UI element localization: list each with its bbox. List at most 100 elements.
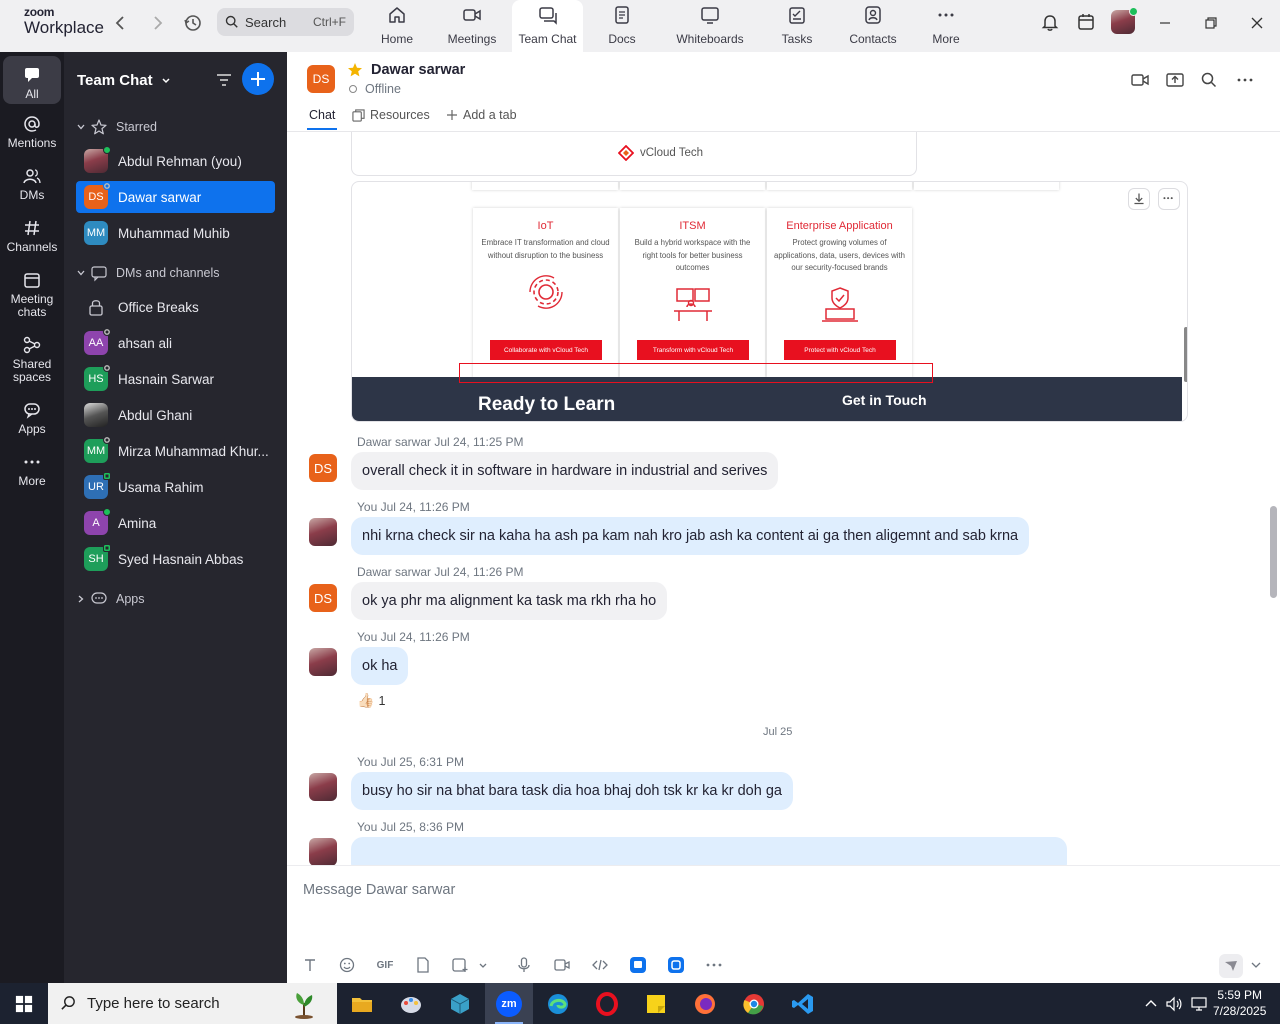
more-options-icon[interactable]: [1158, 188, 1180, 210]
file-icon[interactable]: [414, 956, 432, 974]
forward-arrow-icon[interactable]: [146, 12, 168, 34]
message-bubble[interactable]: ok ha: [351, 647, 409, 685]
scrollbar-thumb[interactable]: [1270, 506, 1277, 598]
chrome-icon[interactable]: [730, 983, 778, 1024]
back-arrow-icon[interactable]: [110, 12, 132, 34]
video-camera-icon[interactable]: [1130, 70, 1150, 90]
chevron-down-icon[interactable]: [1249, 958, 1263, 972]
sidebar-item-abdul-rehman[interactable]: Abdul Rehman (you): [76, 145, 275, 177]
rail-dms[interactable]: DMs: [3, 166, 61, 202]
image-attachment[interactable]: IoT Embrace IT transformation and cloud …: [351, 181, 1188, 422]
calendar-icon[interactable]: [1075, 11, 1097, 33]
more-dots-icon[interactable]: [705, 956, 723, 974]
profile-avatar[interactable]: [1111, 7, 1138, 34]
sidebar-item-ahsan-ali[interactable]: AA ahsan ali: [76, 327, 275, 359]
gif-button[interactable]: GIF: [375, 956, 395, 974]
emoji-icon[interactable]: [338, 956, 356, 974]
sticky-notes-icon[interactable]: [632, 983, 680, 1024]
history-icon[interactable]: [182, 12, 204, 34]
rail-channels[interactable]: Channels: [3, 218, 61, 254]
avatar[interactable]: [309, 518, 337, 546]
network-icon[interactable]: [1190, 995, 1208, 1013]
rail-shared-spaces[interactable]: Shared spaces: [3, 335, 61, 384]
search-bar[interactable]: Search Ctrl+F: [217, 8, 354, 36]
image-scrollbar[interactable]: [1184, 327, 1187, 382]
star-filled-icon[interactable]: [347, 62, 363, 78]
app-icon-blue[interactable]: [629, 956, 647, 974]
sidebar-item-amina[interactable]: A Amina: [76, 507, 275, 539]
avatar[interactable]: DS: [309, 454, 337, 482]
windows-start-icon[interactable]: [0, 983, 48, 1024]
tab-whiteboards[interactable]: Whiteboards: [670, 0, 750, 52]
edge-browser-icon[interactable]: [534, 983, 582, 1024]
avatar[interactable]: DS: [309, 584, 337, 612]
volume-icon[interactable]: [1165, 995, 1183, 1013]
message-bubble[interactable]: ok ya phr ma alignment ka task ma rkh rh…: [351, 582, 668, 620]
message-bubble[interactable]: nhi krna check sir na kaha ha ash pa kam…: [351, 517, 1030, 555]
avatar[interactable]: [309, 773, 337, 801]
avatar[interactable]: [309, 838, 337, 865]
close-icon[interactable]: [1244, 10, 1270, 36]
share-screen-icon[interactable]: [1165, 70, 1185, 90]
code-icon[interactable]: [591, 956, 609, 974]
chevron-down-icon[interactable]: [477, 956, 489, 974]
message-composer[interactable]: Message Dawar sarwar GIF: [287, 865, 1280, 983]
firefox-icon[interactable]: [681, 983, 729, 1024]
sidebar-item-syed-hasnain-abbas[interactable]: SH Syed Hasnain Abbas: [76, 543, 275, 575]
message-list[interactable]: vCloud Tech IoT Embrace IT transformatio…: [287, 132, 1280, 865]
sidebar-item-muhammad-muhib[interactable]: MM Muhammad Muhib: [76, 217, 275, 249]
section-dms-and-channels[interactable]: DMs and channels: [76, 264, 220, 282]
tab-home[interactable]: Home: [372, 0, 422, 52]
tab-more[interactable]: More: [926, 0, 966, 52]
opera-browser-icon[interactable]: [583, 983, 631, 1024]
sidebar-item-usama-rahim[interactable]: UR Usama Rahim: [76, 471, 275, 503]
tab-chat[interactable]: Chat: [309, 108, 335, 122]
taskbar-search[interactable]: Type here to search: [48, 983, 337, 1024]
zoom-app-icon[interactable]: zm: [485, 983, 533, 1024]
tab-tasks[interactable]: Tasks: [776, 0, 818, 52]
text-format-icon[interactable]: [301, 956, 319, 974]
download-icon[interactable]: [1128, 188, 1150, 210]
bell-icon[interactable]: [1039, 11, 1061, 33]
chevron-up-icon[interactable]: [1142, 995, 1160, 1013]
system-clock[interactable]: 5:59 PM 7/28/2025: [1213, 987, 1266, 1019]
tab-resources[interactable]: Resources: [352, 108, 430, 122]
contact-name[interactable]: Dawar sarwar: [371, 62, 465, 78]
message-bubble[interactable]: [351, 837, 1067, 865]
team-chat-dropdown[interactable]: Team Chat: [77, 72, 171, 89]
sidebar-item-mirza-muhammad[interactable]: MM Mirza Muhammad Khur...: [76, 435, 275, 467]
message-bubble[interactable]: overall check it in software in hardware…: [351, 452, 779, 490]
filter-icon[interactable]: [214, 70, 234, 90]
sidebar-item-abdul-ghani[interactable]: Abdul Ghani: [76, 399, 275, 431]
rail-all[interactable]: All: [3, 56, 61, 104]
microphone-icon[interactable]: [515, 956, 533, 974]
tab-docs[interactable]: Docs: [597, 0, 647, 52]
send-button[interactable]: [1219, 954, 1243, 978]
rail-apps[interactable]: Apps: [3, 400, 61, 436]
tab-team-chat[interactable]: Team Chat: [512, 0, 583, 52]
paint-app-icon[interactable]: [387, 983, 435, 1024]
contact-avatar[interactable]: DS: [307, 65, 335, 93]
video-message-icon[interactable]: [553, 956, 571, 974]
sidebar-item-dawar-sarwar[interactable]: DS Dawar sarwar: [76, 181, 275, 213]
rail-more[interactable]: More: [3, 452, 61, 488]
tab-contacts[interactable]: Contacts: [846, 0, 900, 52]
rail-mentions[interactable]: Mentions: [3, 114, 61, 150]
section-starred[interactable]: Starred: [76, 118, 157, 136]
restore-icon[interactable]: [1198, 10, 1224, 36]
link-preview-card[interactable]: vCloud Tech: [351, 132, 917, 176]
section-apps[interactable]: Apps: [76, 590, 145, 608]
avatar[interactable]: [309, 648, 337, 676]
add-chat-button[interactable]: [242, 63, 274, 95]
message-bubble[interactable]: busy ho sir na bhat bara task dia hoa bh…: [351, 772, 793, 810]
sidebar-item-hasnain-sarwar[interactable]: HS Hasnain Sarwar: [76, 363, 275, 395]
reaction-thumbs-up[interactable]: 👍🏻 1: [357, 692, 385, 709]
message-input[interactable]: Message Dawar sarwar: [303, 882, 455, 898]
search-icon[interactable]: [1199, 70, 1219, 90]
rail-meeting-chats[interactable]: Meeting chats: [3, 270, 61, 319]
file-explorer-icon[interactable]: [338, 983, 386, 1024]
vscode-icon[interactable]: [779, 983, 827, 1024]
cube-app-icon[interactable]: [436, 983, 484, 1024]
sidebar-item-office-breaks[interactable]: Office Breaks: [76, 291, 275, 323]
minimize-icon[interactable]: [1152, 10, 1178, 36]
